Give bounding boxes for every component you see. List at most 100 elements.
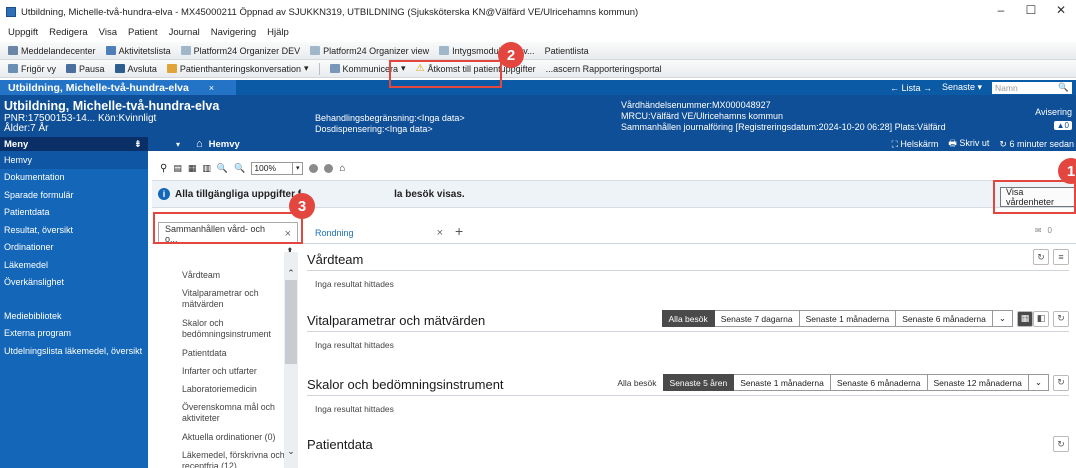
minimize-button[interactable]: – xyxy=(986,3,1016,17)
sidebar-item-lakemedel[interactable]: Läkemedel xyxy=(0,256,148,274)
chevron-down-icon[interactable]: ⌄ xyxy=(992,310,1013,327)
refresh-icon[interactable]: ↻ xyxy=(1053,436,1069,452)
menu-icon[interactable]: ≡ xyxy=(1053,249,1069,265)
sidebar-item-externa-program[interactable]: Externa program xyxy=(0,325,148,343)
chevron-down-icon[interactable]: ▾ xyxy=(293,161,304,175)
chevron-down-icon[interactable]: ▾ xyxy=(176,140,180,149)
filter-senaste-12-manaderna[interactable]: Senaste 12 månaderna xyxy=(927,374,1029,391)
forward-icon[interactable] xyxy=(324,163,334,173)
close-button[interactable]: ✕ xyxy=(1046,3,1076,17)
filter-alla-besok-label[interactable]: Alla besök xyxy=(611,378,662,388)
section-nav-vardteam[interactable]: Vårdteam xyxy=(182,270,290,281)
section-nav-laboratorie[interactable]: Laboratoriemedicin xyxy=(182,384,290,395)
toolbar-aktivitetslista[interactable]: Aktivitetslista xyxy=(105,46,171,56)
zoom-out-icon[interactable]: 🔍 xyxy=(234,163,245,174)
toolbar-rapporteringsportal[interactable]: ...ascern Rapporteringsportal xyxy=(546,64,662,74)
filter-senaste-1-manaderna[interactable]: Senaste 1 månaderna xyxy=(734,374,831,391)
filter-senaste-6-manaderna[interactable]: Senaste 6 månaderna xyxy=(830,374,928,391)
back-icon[interactable] xyxy=(309,163,319,173)
mail-icon[interactable]: ✉ xyxy=(1035,226,1042,235)
section-nav-mal[interactable]: Överenskomna mål och aktiviteter xyxy=(182,402,290,424)
patient-encounter-info: Vårdhändelsenummer:MX000048927 MRCU:Välf… xyxy=(621,100,946,132)
pin-icon[interactable]: ⇟ xyxy=(134,139,142,150)
chevron-down-icon[interactable]: ⌄ xyxy=(1028,374,1049,391)
copy-icon[interactable]: ▦ xyxy=(188,163,197,174)
maximize-button[interactable]: ☐ xyxy=(1016,3,1046,17)
sidebar-item-patientdata[interactable]: Patientdata xyxy=(0,204,148,222)
sidebar-item-hemvy[interactable]: Hemvy xyxy=(0,151,148,169)
refresh-status[interactable]: ↻ 6 minuter sedan xyxy=(999,139,1074,150)
home-icon[interactable]: ⌂ xyxy=(339,163,345,174)
section-nav-vital[interactable]: Vitalparametrar och mätvärden xyxy=(182,288,290,310)
person-icon xyxy=(166,64,177,73)
message-icon xyxy=(8,46,18,55)
add-tab-button[interactable]: + xyxy=(455,223,463,239)
menu-uppgift[interactable]: Uppgift xyxy=(8,27,38,38)
refresh-icon[interactable]: ↻ xyxy=(1033,249,1049,265)
toolbar-frigor-vy[interactable]: Frigör vy xyxy=(8,64,56,74)
toolbar-meddelandecenter[interactable]: Meddelandecenter xyxy=(8,46,96,56)
search-icon[interactable]: 🔍 xyxy=(1058,82,1069,93)
lista-nav[interactable]: ← Lista → xyxy=(890,83,932,93)
scroll-up-icon[interactable]: ⌃ xyxy=(284,268,298,279)
zoom-select[interactable]: 100% xyxy=(251,161,294,175)
zoom-in-icon[interactable]: 🔍 xyxy=(217,163,228,174)
toolbar-patientlista[interactable]: Patientlista xyxy=(545,46,589,56)
scroll-down-icon[interactable]: ⌄ xyxy=(284,446,298,457)
section-nav-skalor[interactable]: Skalor och bedömningsinstrument xyxy=(182,318,290,340)
menu-navigering[interactable]: Navigering xyxy=(211,27,256,38)
refresh-icon[interactable]: ↻ xyxy=(1053,374,1069,391)
toolbar-pausa[interactable]: Pausa xyxy=(66,64,105,74)
filter-alla-besok[interactable]: Alla besök xyxy=(661,310,715,327)
sidebar-item-overkanslighet[interactable]: Överkänslighet xyxy=(0,274,148,292)
print-button[interactable]: 🖶 Skriv ut xyxy=(948,136,989,152)
avisering-label[interactable]: Avisering xyxy=(1035,107,1072,117)
section-nav-infarter[interactable]: Infarter och utfarter xyxy=(182,366,290,377)
menu-bar: Uppgift Redigera Visa Patient Journal Na… xyxy=(0,24,1076,40)
paste-icon[interactable]: ▥ xyxy=(202,163,211,174)
menu-hjalp[interactable]: Hjälp xyxy=(267,27,289,38)
menu-visa[interactable]: Visa xyxy=(99,27,117,38)
patient-tab-close[interactable]: × xyxy=(209,83,214,93)
section-nav: Vårdteam Vitalparametrar och mätvärden S… xyxy=(152,244,302,468)
tab-close-icon[interactable]: × xyxy=(437,227,443,239)
filter-senaste-5-aren[interactable]: Senaste 5 åren xyxy=(662,374,735,391)
toolbar-avsluta[interactable]: Avsluta xyxy=(114,64,157,74)
chart-view-icon[interactable]: ◧ xyxy=(1033,310,1049,327)
tab-rondning[interactable]: Rondning × xyxy=(309,222,449,244)
patient-tab[interactable]: Utbildning, Michelle-två-hundra-elva × xyxy=(0,80,236,95)
filter-senaste-6-manaderna[interactable]: Senaste 6 månaderna xyxy=(896,310,993,327)
sidebar-item-sparade-formular[interactable]: Sparade formulär xyxy=(0,186,148,204)
patient-search-input[interactable]: Namn 🔍 xyxy=(992,81,1072,94)
scrollbar-thumb[interactable] xyxy=(285,280,297,364)
pause-icon xyxy=(66,64,77,73)
toolbar-platform24-dev[interactable]: Platform24 Organizer DEV xyxy=(180,46,300,56)
menu-redigera[interactable]: Redigera xyxy=(49,27,88,38)
filter-senaste-1-manaderna[interactable]: Senaste 1 månaderna xyxy=(799,310,897,327)
toolbar-platform24-view[interactable]: Platform24 Organizer view xyxy=(310,46,429,56)
menu-journal[interactable]: Journal xyxy=(169,27,200,38)
callout-box-3 xyxy=(153,212,303,244)
view-navbar: ▾ ⌂ Hemvy ⛶ Helskärm 🖶 Skriv ut ↻ 6 minu… xyxy=(148,137,1076,151)
avisering-badge[interactable]: ▲0 xyxy=(1053,121,1072,130)
section-nav-patientdata[interactable]: Patientdata xyxy=(182,348,290,359)
fullscreen-button[interactable]: ⛶ Helskärm xyxy=(892,139,939,150)
section-tools: ↻ ≡ xyxy=(1029,249,1069,265)
home-breadcrumb[interactable]: ⌂ Hemvy xyxy=(196,138,240,150)
print-icon[interactable]: ▤ xyxy=(173,163,182,174)
sidebar-item-utdelningslista[interactable]: Utdelningslista läkemedel, översikt xyxy=(0,342,148,360)
binoculars-icon[interactable]: ⚲ xyxy=(160,163,167,174)
section-nav-ordinationer[interactable]: Aktuella ordinationer (0) xyxy=(182,432,290,443)
table-view-icon[interactable]: ▦ xyxy=(1017,310,1033,327)
callout-box-2 xyxy=(389,60,502,88)
sidebar-item-dokumentation[interactable]: Dokumentation xyxy=(0,169,148,187)
senaste-dropdown[interactable]: Senaste ▾ xyxy=(942,82,982,93)
sidebar-item-resultat[interactable]: Resultat, översikt xyxy=(0,221,148,239)
sidebar-item-mediebibliotek[interactable]: Mediebibliotek xyxy=(0,307,148,325)
sidebar-item-ordinationer[interactable]: Ordinationer xyxy=(0,239,148,257)
filter-senaste-7-dagarna[interactable]: Senaste 7 dagarna xyxy=(714,310,800,327)
refresh-icon[interactable]: ↻ xyxy=(1053,310,1069,327)
toolbar-patienthantering[interactable]: Patienthanteringskonversation ▾ xyxy=(166,63,309,74)
menu-patient[interactable]: Patient xyxy=(128,27,158,38)
section-nav-lakemedel[interactable]: Läkemedel, förskrivna och receptfria (12… xyxy=(182,450,290,468)
